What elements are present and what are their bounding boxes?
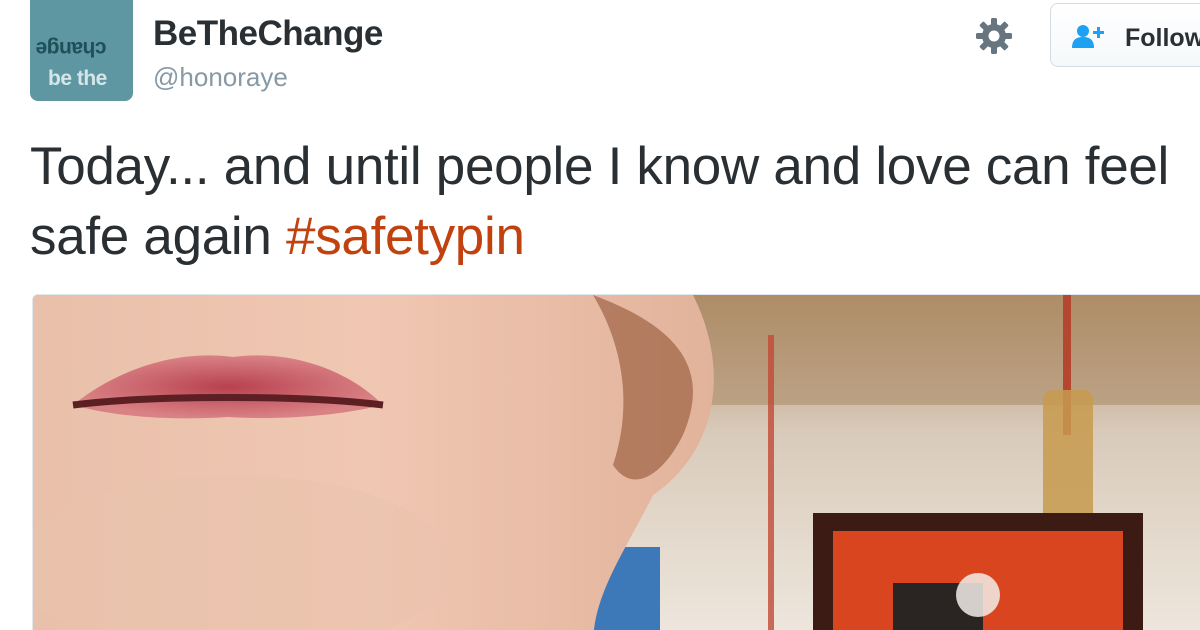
tweet-card: change be the BeTheChange @honoraye Foll… xyxy=(0,0,1200,630)
display-name[interactable]: BeTheChange xyxy=(153,14,383,54)
tweet-body: Today... and until people I know and lov… xyxy=(30,137,1170,266)
add-user-icon xyxy=(1072,25,1104,48)
follow-button[interactable]: Follow xyxy=(1050,3,1200,67)
avatar[interactable]: change be the xyxy=(30,0,133,101)
tweet-photo[interactable] xyxy=(32,294,1200,630)
user-handle[interactable]: @honoraye xyxy=(153,62,288,93)
hashtag-link[interactable]: #safetypin xyxy=(286,207,525,266)
avatar-text-inverted: change xyxy=(36,37,107,60)
gear-icon[interactable] xyxy=(974,16,1014,56)
avatar-text: be the xyxy=(48,67,107,90)
follow-label: Follow xyxy=(1125,24,1200,52)
tweet-text: Today... and until people I know and lov… xyxy=(30,132,1190,272)
